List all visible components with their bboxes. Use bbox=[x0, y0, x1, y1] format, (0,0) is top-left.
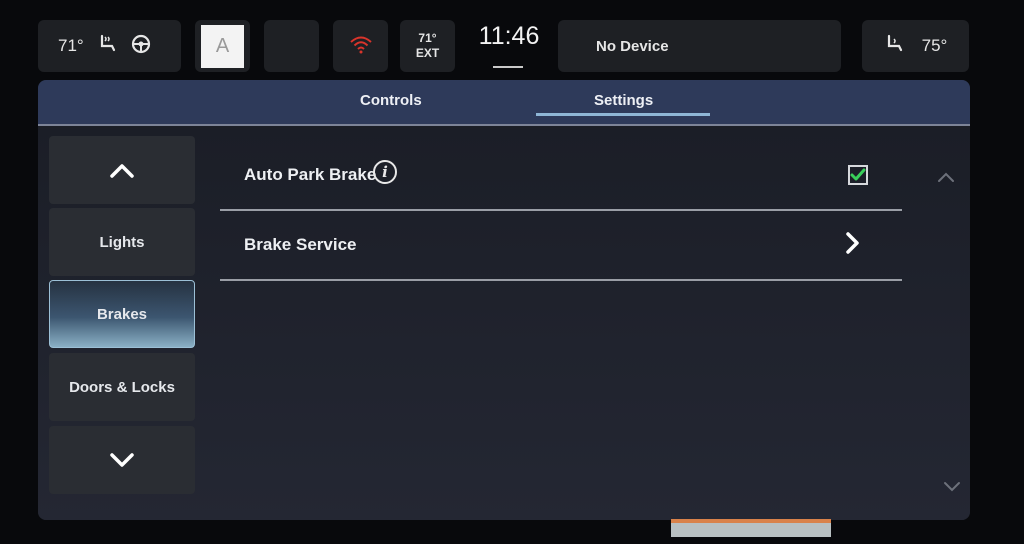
checkmark-icon bbox=[850, 168, 866, 181]
passenger-seat-icon[interactable] bbox=[884, 34, 906, 59]
sidebar-item-doors-locks[interactable]: Doors & Locks bbox=[49, 353, 195, 421]
passenger-climate-tile[interactable]: 75° bbox=[862, 20, 969, 72]
exterior-temperature: 71° bbox=[418, 31, 437, 45]
clock-underline bbox=[493, 66, 523, 68]
setting-row-brake-service[interactable]: Brake Service bbox=[220, 211, 902, 281]
setting-label: Brake Service bbox=[244, 235, 357, 254]
chevron-up-icon bbox=[110, 164, 134, 178]
tab-settings[interactable]: Settings bbox=[594, 92, 653, 109]
chevron-right-icon bbox=[842, 231, 862, 260]
chevron-down-icon bbox=[110, 453, 134, 467]
infotainment-screen: 71° A 71° EXT 11:46 No Device 75° Contro… bbox=[0, 0, 1024, 544]
sidebar-item-brakes[interactable]: Brakes bbox=[49, 280, 195, 348]
vehicle-settings-panel: Controls Settings Lights Brakes Doors & … bbox=[38, 80, 970, 520]
auto-park-brake-checkbox[interactable] bbox=[848, 165, 868, 185]
auto-climate-label: A bbox=[201, 24, 244, 68]
sidebar-scroll-up-button[interactable] bbox=[49, 136, 195, 204]
driver-temperature: 71° bbox=[58, 36, 84, 55]
driver-climate-tile[interactable]: 71° bbox=[38, 20, 181, 72]
passenger-temperature: 75° bbox=[921, 36, 948, 55]
sidebar-item-label: Lights bbox=[99, 233, 145, 251]
sidebar-scroll-down-button[interactable] bbox=[49, 426, 195, 494]
device-status: No Device bbox=[596, 37, 669, 55]
heated-seat-icon[interactable] bbox=[96, 34, 118, 59]
setting-label: Auto Park Brake bbox=[244, 165, 377, 184]
tab-bar: Controls Settings bbox=[38, 80, 970, 126]
clock[interactable]: 11:46 bbox=[468, 22, 550, 51]
empty-status-tile[interactable] bbox=[264, 20, 319, 72]
sidebar-item-label: Doors & Locks bbox=[69, 378, 175, 396]
sidebar-item-label: Brakes bbox=[96, 305, 148, 323]
exterior-temperature-tile[interactable]: 71° EXT bbox=[400, 20, 455, 72]
info-icon[interactable]: i bbox=[373, 160, 397, 184]
tab-controls[interactable]: Controls bbox=[360, 92, 422, 109]
row-divider bbox=[220, 279, 902, 281]
tab-selected-indicator bbox=[536, 113, 710, 116]
list-scroll-up-icon[interactable] bbox=[936, 170, 956, 188]
sidebar-item-lights[interactable]: Lights bbox=[49, 208, 195, 276]
setting-row-auto-park-brake[interactable]: Auto Park Brake i bbox=[220, 141, 902, 211]
bottom-handle-accent bbox=[671, 519, 831, 523]
exterior-label: EXT bbox=[415, 46, 440, 60]
wifi-icon bbox=[349, 34, 373, 59]
heated-steering-wheel-icon[interactable] bbox=[130, 33, 152, 60]
auto-climate-tile[interactable]: A bbox=[195, 20, 250, 72]
list-scroll-down-icon[interactable] bbox=[942, 480, 962, 498]
settings-content: Lights Brakes Doors & Locks Auto Park Br… bbox=[38, 128, 970, 520]
media-device-tile[interactable]: No Device bbox=[558, 20, 841, 72]
wifi-tile[interactable] bbox=[333, 20, 388, 72]
